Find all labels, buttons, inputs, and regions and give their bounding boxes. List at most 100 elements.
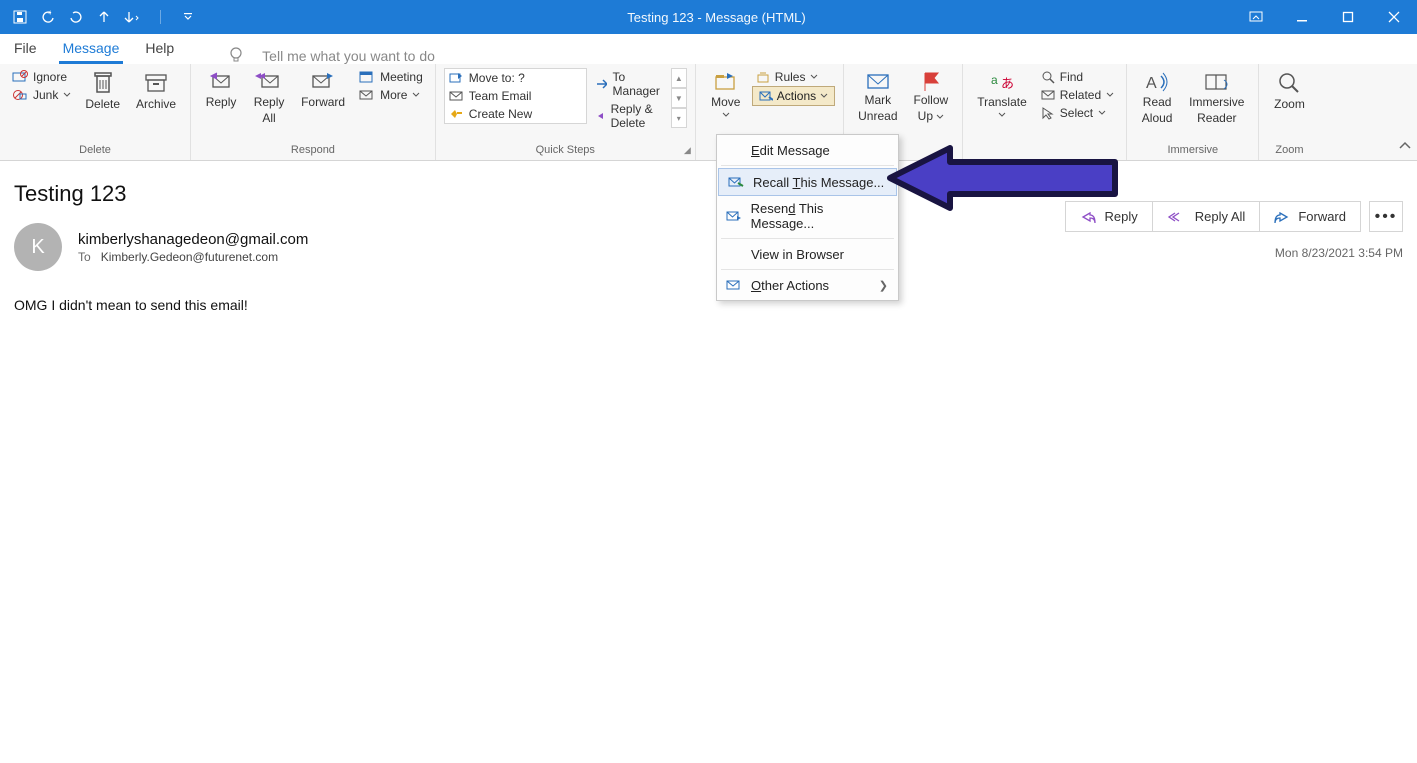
menu-edit-message[interactable]: Edit Message — [717, 137, 898, 163]
quickstep-replydelete[interactable]: Reply & Delete — [591, 100, 666, 132]
menu-separator — [721, 165, 894, 166]
forward-label: Forward — [301, 96, 345, 110]
ribbon: Ignore Junk Delete Archive Delete — [0, 64, 1417, 161]
qat-separator — [148, 5, 172, 29]
menu-other-actions[interactable]: Other Actions ❯ — [717, 272, 898, 298]
quicksteps-list: Move to: ? Team Email Create New — [444, 68, 588, 124]
previous-item-icon[interactable] — [92, 5, 116, 29]
reply-label: Reply — [206, 96, 237, 110]
quicksteps-scroll[interactable]: ▲ ▼ ▾ — [671, 68, 687, 128]
menu-recall-message[interactable]: Recall This Message... — [718, 168, 897, 196]
titlebar: Testing 123 - Message (HTML) — [0, 0, 1417, 34]
message-pane: Testing 123 K kimberlyshanagedeon@gmail.… — [0, 161, 1417, 313]
meeting-button[interactable]: Meeting — [355, 68, 427, 86]
forward-button[interactable]: Forward — [295, 68, 351, 112]
more-actions-button[interactable]: ••• — [1369, 201, 1403, 232]
recall-icon — [727, 174, 745, 190]
from-address: kimberlyshanagedeon@gmail.com — [78, 231, 308, 248]
zoom-button[interactable]: Zoom — [1267, 68, 1311, 114]
forward-action-button[interactable]: Forward — [1259, 201, 1361, 232]
quickstep-tomanager[interactable]: To Manager — [591, 68, 666, 100]
window-controls — [1233, 0, 1417, 34]
reply-all-action-button[interactable]: Reply All — [1152, 201, 1261, 232]
junk-button[interactable]: Junk — [8, 86, 75, 104]
group-respond: Reply Reply All Forward Meeting More — [191, 64, 436, 160]
find-button[interactable]: Find — [1037, 68, 1087, 86]
menu-separator-2 — [721, 238, 894, 239]
qs-expand-icon[interactable]: ▾ — [671, 108, 687, 128]
to-label: To — [78, 250, 91, 264]
lightbulb-icon[interactable] — [228, 46, 244, 64]
rules-button[interactable]: Rules — [752, 68, 823, 86]
close-icon[interactable] — [1371, 0, 1417, 34]
qat-customize-icon[interactable] — [176, 5, 200, 29]
menu-resend-message[interactable]: Resend This Message... — [717, 196, 898, 236]
tell-me-search[interactable]: Tell me what you want to do — [262, 48, 435, 64]
submenu-arrow-icon: ❯ — [879, 279, 888, 292]
window-title: Testing 123 - Message (HTML) — [200, 10, 1233, 25]
actions-dropdown: Edit Message Recall This Message... Rese… — [716, 134, 899, 301]
more-respond-button[interactable]: More — [355, 86, 424, 104]
group-quicksteps-label: Quick Steps — [444, 142, 687, 160]
archive-label: Archive — [136, 98, 176, 112]
reply-all-button[interactable]: Reply All — [247, 68, 291, 128]
junk-label: Junk — [33, 88, 58, 102]
tab-file[interactable]: File — [10, 34, 41, 64]
qs-scroll-up-icon[interactable]: ▲ — [671, 68, 687, 88]
immersive-reader-button[interactable]: Immersive Reader — [1183, 68, 1250, 128]
ignore-label: Ignore — [33, 70, 67, 84]
message-body: OMG I didn't mean to send this email! — [14, 297, 1403, 313]
maximize-icon[interactable] — [1325, 0, 1371, 34]
menu-view-in-browser[interactable]: View in Browser — [717, 241, 898, 267]
menu-tabs: File Message Help Tell me what you want … — [0, 34, 1417, 64]
ignore-button[interactable]: Ignore — [8, 68, 71, 86]
delete-label: Delete — [85, 98, 120, 112]
svg-text:A: A — [1146, 75, 1157, 92]
archive-button[interactable]: Archive — [130, 68, 182, 114]
undo-icon[interactable] — [36, 5, 60, 29]
annotation-arrow — [880, 140, 1130, 218]
related-button[interactable]: Related — [1037, 86, 1118, 104]
reply-all-label-2: All — [262, 112, 275, 126]
resend-icon — [725, 208, 743, 224]
read-aloud-button[interactable]: A Read Aloud — [1135, 68, 1179, 128]
group-respond-label: Respond — [199, 142, 427, 160]
group-zoom: Zoom Zoom — [1259, 64, 1319, 160]
avatar[interactable]: K — [14, 223, 62, 271]
more-respond-label: More — [380, 88, 407, 102]
group-zoom-label: Zoom — [1267, 142, 1311, 160]
quick-access-toolbar — [0, 5, 200, 29]
group-quicksteps: Move to: ? Team Email Create New To Mana… — [436, 64, 696, 160]
tab-message[interactable]: Message — [59, 34, 124, 64]
to-line: To Kimberly.Gedeon@futurenet.com — [78, 250, 308, 264]
next-item-icon[interactable] — [120, 5, 144, 29]
actions-button[interactable]: Actions — [752, 86, 835, 106]
redo-icon[interactable] — [64, 5, 88, 29]
quicksteps-launcher-icon[interactable]: ◢ — [684, 145, 691, 156]
group-delete: Ignore Junk Delete Archive Delete — [0, 64, 191, 160]
mark-unread-button[interactable]: Mark Unread — [852, 68, 903, 126]
meeting-label: Meeting — [380, 70, 423, 84]
minimize-icon[interactable] — [1279, 0, 1325, 34]
follow-up-button[interactable]: Follow Up — [908, 68, 955, 126]
move-button[interactable]: Move — [704, 68, 748, 120]
collapse-ribbon-icon[interactable] — [1399, 140, 1411, 154]
delete-button[interactable]: Delete — [79, 68, 126, 114]
message-timestamp: Mon 8/23/2021 3:54 PM — [1275, 246, 1403, 260]
move-label: Move — [711, 96, 740, 110]
save-icon[interactable] — [8, 5, 32, 29]
quickstep-createnew[interactable]: Create New — [445, 105, 587, 123]
quickstep-moveto[interactable]: Move to: ? — [445, 69, 587, 87]
menu-edit-message-rest: dit Message — [760, 143, 830, 158]
group-delete-label: Delete — [8, 142, 182, 160]
svg-text:あ: あ — [1001, 76, 1014, 91]
tab-help[interactable]: Help — [141, 34, 178, 64]
menu-separator-3 — [721, 269, 894, 270]
group-immersive-label: Immersive — [1135, 142, 1250, 160]
qs-scroll-down-icon[interactable]: ▼ — [671, 88, 687, 108]
select-button[interactable]: Select — [1037, 104, 1110, 122]
quickstep-teamemail[interactable]: Team Email — [445, 87, 587, 105]
ribbon-display-icon[interactable] — [1233, 0, 1279, 34]
reply-button[interactable]: Reply — [199, 68, 243, 112]
translate-button[interactable]: aあ Translate — [971, 68, 1033, 120]
